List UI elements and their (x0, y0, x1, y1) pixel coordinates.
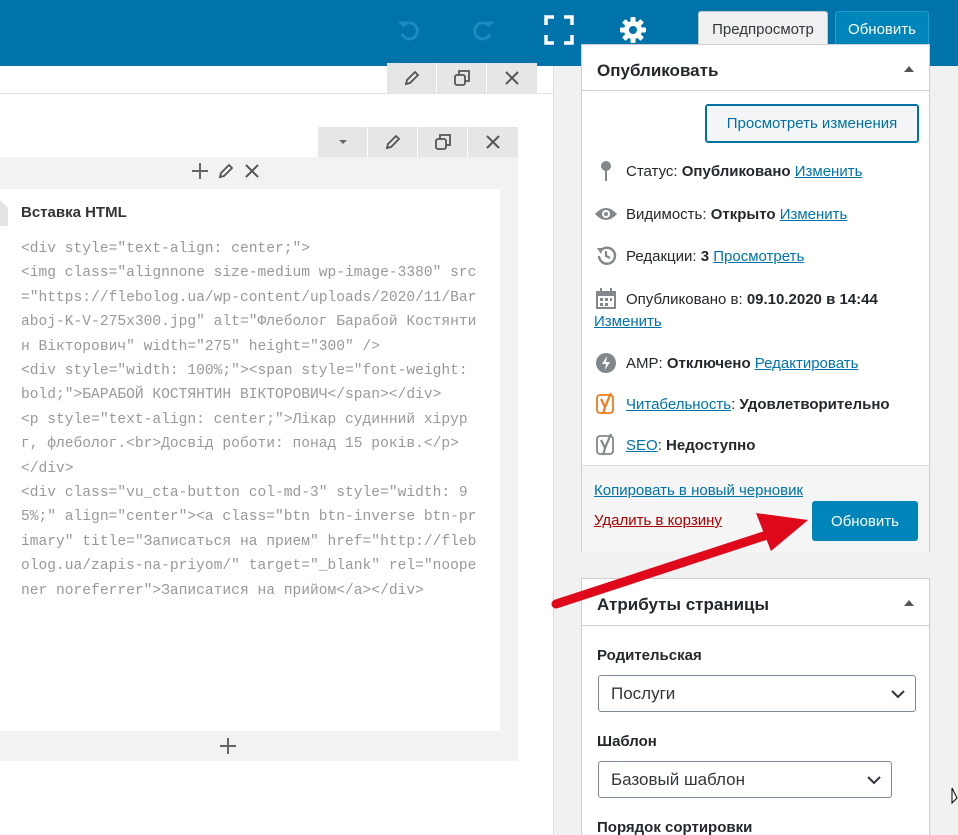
published-date: 09.10.2020 в 14:44 (746, 290, 878, 308)
clone-row-icon[interactable] (437, 63, 487, 93)
edit-element-icon[interactable] (216, 160, 236, 182)
element-title: Вставка HTML (21, 204, 127, 221)
update-button[interactable]: Обновить (812, 501, 918, 541)
code-line: <img class="alignnone size-medium wp-ima… (21, 265, 477, 355)
readability-link[interactable]: Читабельность (626, 396, 731, 413)
mouse-cursor-icon (951, 787, 958, 805)
edit-date-link[interactable]: Изменить (594, 313, 662, 330)
divider (0, 93, 554, 94)
add-element-icon[interactable] (190, 160, 210, 182)
page-attributes-title: Атрибуты страницы (597, 595, 770, 614)
edit-row-icon[interactable] (387, 63, 437, 93)
publish-actions: Копировать в новый черновик Удалить в ко… (582, 465, 929, 552)
revisions-label: Редакции: (626, 247, 697, 265)
published-date-edit: Изменить (594, 313, 662, 330)
clone-column-icon[interactable] (418, 127, 468, 157)
view-changes-button[interactable]: Просмотреть изменения (705, 104, 919, 143)
code-line: <div style="text-align: center;"> (21, 241, 311, 257)
code-line: <div class="vu_cta-button col-md-3" styl… (21, 485, 477, 599)
chevron-down-icon (891, 686, 905, 706)
publish-panel-title: Опубликовать (597, 61, 719, 80)
page-attributes-panel: Атрибуты страницы Родительская Послуги Ш… (581, 578, 930, 835)
status-row: Статус: Опубликовано Изменить (594, 159, 862, 183)
undo-icon[interactable] (389, 10, 429, 50)
edit-column-icon[interactable] (368, 127, 418, 157)
element-tools (190, 160, 262, 182)
revisions-count: 3 (700, 247, 710, 265)
add-element-bottom-icon[interactable] (218, 735, 238, 757)
amp-value: Отключено (666, 354, 751, 372)
collapse-attributes-icon[interactable] (904, 600, 914, 606)
divider (582, 625, 929, 626)
status-value: Опубликовано (681, 162, 791, 180)
html-code-preview: <div style="text-align: center;"> <img c… (21, 237, 483, 603)
parent-label: Родительская (597, 647, 702, 664)
copy-to-draft-link[interactable]: Копировать в новый черновик (594, 482, 803, 499)
template-label: Шаблон (597, 733, 657, 750)
seo-link[interactable]: SEO (626, 437, 658, 454)
divider (582, 90, 929, 91)
edit-visibility-link[interactable]: Изменить (780, 206, 848, 223)
preview-button[interactable]: Предпросмотр (698, 11, 828, 48)
update-button-top[interactable]: Обновить (835, 11, 929, 48)
row-controls (387, 63, 537, 93)
redo-icon[interactable] (463, 10, 503, 50)
yoast-seo-icon (594, 433, 618, 457)
parent-selected-value: Послуги (611, 683, 676, 703)
amp-row: AMP: Отключено Редактировать (594, 351, 858, 375)
amp-icon (594, 351, 618, 375)
yoast-readability-icon (594, 392, 618, 416)
revisions-row: Редакции: 3 Просмотреть (594, 244, 804, 268)
code-line: <div style="width: 100%;"><span style="f… (21, 363, 468, 404)
edit-amp-link[interactable]: Редактировать (755, 355, 859, 372)
readability-value: Удовлетворительно (739, 395, 890, 413)
seo-row: SEO: Недоступно (594, 433, 755, 457)
edit-status-link[interactable]: Изменить (795, 163, 863, 180)
publish-panel: Опубликовать Просмотреть изменения Стату… (581, 44, 930, 552)
history-icon (594, 244, 618, 268)
collapse-publish-icon[interactable] (904, 66, 914, 72)
browse-revisions-link[interactable]: Просмотреть (713, 248, 804, 265)
visibility-label: Видимость: (626, 205, 707, 223)
amp-label: AMP: (626, 354, 663, 372)
visibility-value: Открыто (710, 205, 776, 223)
code-line: </div> (21, 460, 74, 477)
code-line: <p style="text-align: center;">Лікар суд… (21, 411, 468, 453)
delete-column-icon[interactable] (468, 127, 518, 157)
parent-select[interactable]: Послуги (598, 675, 916, 712)
column-controls (318, 127, 518, 157)
column-settings-dropdown-icon[interactable] (318, 127, 368, 157)
seo-value: Недоступно (666, 436, 756, 454)
order-label: Порядок сортировки (597, 819, 753, 835)
status-label: Статус: (626, 162, 678, 180)
delete-element-icon[interactable] (242, 160, 262, 182)
readability-row: Читабельность: Удовлетворительно (594, 392, 890, 416)
delete-row-icon[interactable] (487, 63, 537, 93)
pin-icon (594, 159, 618, 183)
template-selected-value: Базовый шаблон (611, 769, 745, 789)
visibility-row: Видимость: Открыто Изменить (594, 202, 847, 226)
published-label: Опубликовано в: (626, 290, 743, 308)
move-to-trash-link[interactable]: Удалить в корзину (594, 512, 722, 529)
chevron-down-icon (867, 772, 881, 792)
fullscreen-icon[interactable] (539, 10, 579, 50)
calendar-icon (594, 287, 618, 311)
published-date-row: Опубликовано в: 09.10.2020 в 14:44 (594, 287, 878, 311)
template-select[interactable]: Базовый шаблон (598, 761, 892, 798)
eye-icon (594, 202, 618, 226)
